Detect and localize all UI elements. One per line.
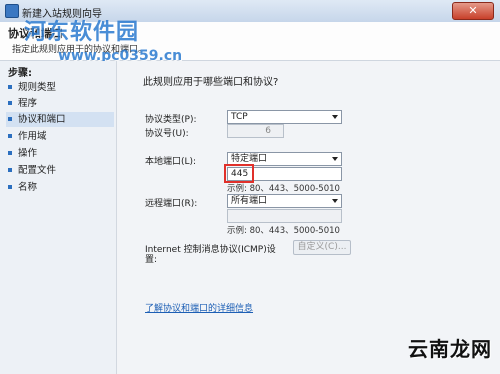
corner-watermark-logo: 云南龙网 bbox=[408, 337, 492, 361]
local-port-label: 本地端口(L): bbox=[145, 157, 197, 167]
icmp-label-line1: Internet 控制消息协议(ICMP)设 bbox=[145, 245, 276, 255]
bullet-icon bbox=[8, 134, 12, 138]
step-label: 名称 bbox=[18, 182, 38, 193]
steps-title: 步骤: bbox=[8, 68, 32, 79]
step-label: 配置文件 bbox=[18, 165, 57, 176]
local-port-value: 特定端口 bbox=[231, 154, 268, 164]
highlight-box bbox=[224, 164, 254, 183]
bullet-icon bbox=[8, 101, 12, 105]
remote-port-select[interactable]: 所有端口 bbox=[227, 194, 342, 208]
step-rule-type[interactable]: 规则类型 bbox=[6, 80, 114, 95]
site-watermark: 河东软件园 bbox=[24, 19, 140, 45]
bullet-icon bbox=[8, 168, 12, 172]
protocol-type-label: 协议类型(P): bbox=[145, 115, 197, 125]
bullet-icon bbox=[8, 185, 12, 189]
step-program[interactable]: 程序 bbox=[6, 96, 114, 111]
close-button[interactable]: ✕ bbox=[452, 2, 494, 20]
icmp-label-line2: 置: bbox=[145, 255, 158, 265]
step-label: 规则类型 bbox=[18, 82, 57, 93]
chevron-down-icon bbox=[332, 115, 338, 119]
bullet-icon bbox=[8, 85, 12, 89]
step-protocol-ports[interactable]: 协议和端口 bbox=[6, 112, 114, 127]
remote-port-label: 远程端口(R): bbox=[145, 199, 198, 209]
protocol-type-value: TCP bbox=[231, 112, 248, 122]
step-label: 程序 bbox=[18, 98, 38, 109]
bullet-icon bbox=[8, 151, 12, 155]
step-label: 协议和端口 bbox=[18, 114, 66, 125]
remote-port-example: 示例: 80、443、5000-5010 bbox=[227, 226, 340, 236]
protocol-number-label: 协议号(U): bbox=[145, 129, 189, 139]
step-profile[interactable]: 配置文件 bbox=[6, 163, 114, 178]
customize-icmp-button: 自定义(C)... bbox=[293, 240, 351, 255]
remote-port-input bbox=[227, 209, 342, 223]
step-label: 作用域 bbox=[18, 131, 47, 142]
chevron-down-icon bbox=[332, 199, 338, 203]
learn-more-link[interactable]: 了解协议和端口的详细信息 bbox=[145, 301, 253, 314]
wizard-content: 此规则应用于哪些端口和协议? 协议类型(P): TCP 协议号(U): 6 本地… bbox=[117, 61, 500, 374]
protocol-number-stepper: 6 bbox=[227, 124, 284, 138]
chevron-down-icon bbox=[332, 157, 338, 161]
page-question: 此规则应用于哪些端口和协议? bbox=[143, 77, 279, 88]
protocol-type-select[interactable]: TCP bbox=[227, 110, 342, 124]
bullet-icon bbox=[8, 117, 12, 121]
step-action[interactable]: 操作 bbox=[6, 146, 114, 161]
steps-sidebar: 步骤: 规则类型 程序 协议和端口 作用域 操作 配置文件 名称 bbox=[0, 61, 117, 374]
step-scope[interactable]: 作用域 bbox=[6, 129, 114, 144]
local-port-example: 示例: 80、443、5000-5010 bbox=[227, 184, 340, 194]
firewall-app-icon bbox=[5, 4, 19, 18]
protocol-number-value: 6 bbox=[265, 126, 271, 136]
remote-port-value: 所有端口 bbox=[231, 196, 268, 206]
step-name[interactable]: 名称 bbox=[6, 180, 114, 195]
step-label: 操作 bbox=[18, 148, 38, 159]
